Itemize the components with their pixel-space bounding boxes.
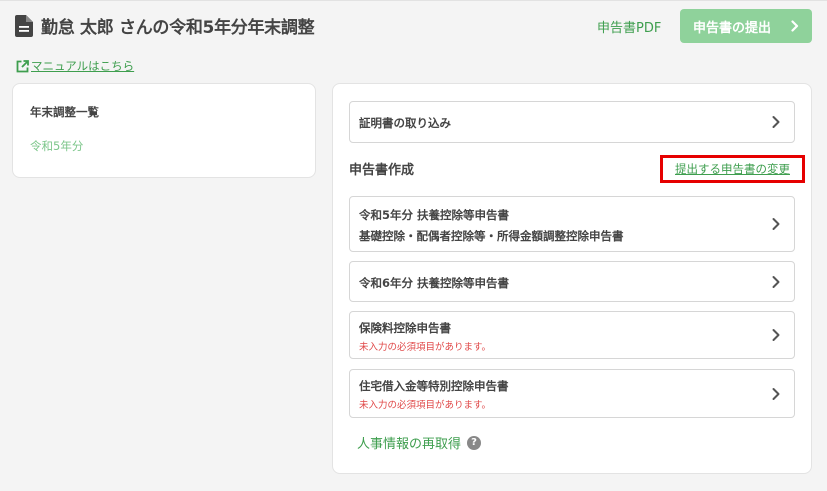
form-row-dependent-r6[interactable]: 令和6年分 扶養控除等申告書 <box>349 261 795 302</box>
form-title: 住宅借入金等特別控除申告書 <box>359 379 509 393</box>
page-title: 勤怠 太郎 さんの令和5年分年末調整 <box>41 18 315 38</box>
form-row-insurance[interactable]: 保険料控除申告書 未入力の必須項目があります。 <box>349 311 795 359</box>
pdf-link[interactable]: 申告書PDF <box>597 17 661 36</box>
form-row-housing-loan[interactable]: 住宅借入金等特別控除申告書 未入力の必須項目があります。 <box>349 369 795 418</box>
chevron-right-icon <box>772 329 780 341</box>
help-icon[interactable]: ? <box>467 435 482 450</box>
reacquire-hr-info-link[interactable]: 人事情報の再取得 ? <box>357 433 482 452</box>
sidebar-item-reiwa5[interactable]: 令和5年分 <box>30 138 83 154</box>
form-subtitle: 基礎控除・配偶者控除等・所得金額調整控除申告書 <box>359 229 624 243</box>
section-title: 申告書作成 <box>349 163 415 178</box>
chevron-right-icon <box>772 387 780 400</box>
manual-link[interactable]: マニュアルはこちら <box>16 58 134 74</box>
import-certificate-row[interactable]: 証明書の取り込み <box>349 101 795 143</box>
submit-button-label: 申告書の提出 <box>693 20 772 36</box>
form-title: 保険料控除申告書 <box>359 321 451 335</box>
chevron-right-icon <box>772 116 780 128</box>
form-warning: 未入力の必須項目があります。 <box>359 400 492 411</box>
form-panel: 証明書の取り込み 申告書作成 提出する申告書の変更 令和5年分 扶養控除等申告書… <box>332 83 812 474</box>
chevron-right-icon <box>772 218 780 230</box>
manual-link-label: マニュアルはこちら <box>31 59 135 73</box>
year-list-card: 年末調整一覧 令和5年分 <box>12 83 316 178</box>
change-forms-link[interactable]: 提出する申告書の変更 <box>660 155 805 183</box>
form-row-dependent-r5[interactable]: 令和5年分 扶養控除等申告書 基礎控除・配偶者控除等・所得金額調整控除申告書 <box>349 196 795 252</box>
form-title: 令和6年分 扶養控除等申告書 <box>359 276 510 290</box>
external-link-icon <box>16 59 29 72</box>
form-warning: 未入力の必須項目があります。 <box>359 342 492 353</box>
chevron-right-icon <box>791 20 799 32</box>
reacquire-label: 人事情報の再取得 <box>357 437 462 452</box>
chevron-right-icon <box>772 275 780 288</box>
import-certificate-label: 証明書の取り込み <box>359 116 451 130</box>
document-icon <box>15 15 33 37</box>
submit-button[interactable]: 申告書の提出 <box>680 9 812 43</box>
year-list-title: 年末調整一覧 <box>30 105 99 119</box>
header: 勤怠 太郎 さんの令和5年分年末調整 申告書PDF 申告書の提出 <box>0 1 827 51</box>
form-title: 令和5年分 扶養控除等申告書 <box>359 208 510 222</box>
